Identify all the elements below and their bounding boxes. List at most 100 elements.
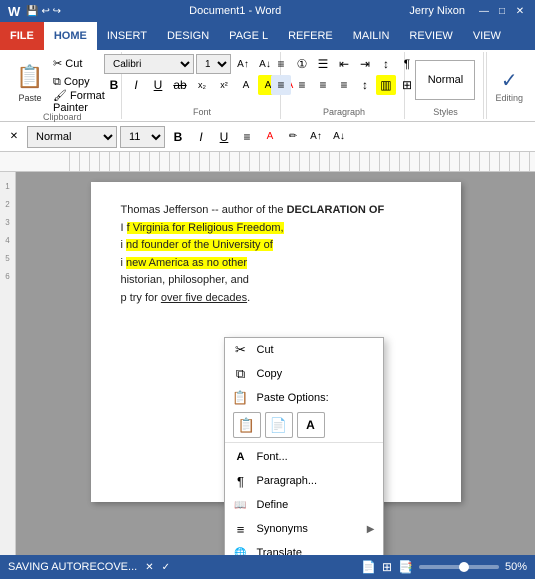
translate-menu-item[interactable]: 🌐 Translate	[225, 541, 383, 555]
saving-status: SAVING AUTORECOVE...	[8, 561, 137, 573]
grow-font-button[interactable]: A↑	[233, 54, 253, 74]
numbered-list-button[interactable]: ①	[292, 54, 312, 74]
text-effects-button[interactable]: A	[236, 75, 256, 95]
ribbon-content: 📋 Paste ✂ Cut ⧉ Copy 🖌 Format Painter Cl…	[0, 50, 535, 122]
font-shrink-btn2[interactable]: A↓	[329, 127, 349, 147]
define-menu-item[interactable]: 📖 Define	[225, 493, 383, 517]
ribbon: FILE HOME INSERT DESIGN PAGE L REFERE MA…	[0, 22, 535, 50]
view-icon-3[interactable]: 📑	[398, 560, 413, 574]
underline-text: over five decades	[161, 292, 247, 304]
status-right: 📄 ⊞ 📑 50%	[361, 560, 527, 574]
editing-group: ✓ Editing	[486, 52, 531, 119]
window-title: Document1 - Word	[189, 5, 281, 17]
bold-btn2[interactable]: B	[168, 127, 188, 147]
zoom-slider[interactable]	[419, 565, 499, 569]
tab-insert[interactable]: INSERT	[97, 22, 157, 50]
sort-button[interactable]: ↕	[376, 54, 396, 74]
text-i: I	[121, 222, 124, 234]
text-line6: try for	[130, 292, 161, 304]
shading-button[interactable]: ▥	[376, 75, 396, 95]
tab-file[interactable]: FILE	[0, 22, 44, 50]
font-grow-btn2[interactable]: A↑	[306, 127, 326, 147]
tab-design[interactable]: DESIGN	[157, 22, 219, 50]
underline-btn2[interactable]: U	[214, 127, 234, 147]
font-size-select[interactable]: 11	[196, 54, 231, 74]
title-bar: W 💾 ↩ ↪ Document1 - Word Jerry Nixon — □…	[0, 0, 535, 22]
paste-icons-row: 📋 📄 A	[225, 410, 383, 440]
view-icon-1[interactable]: 📄	[361, 560, 376, 574]
paste-plain-button[interactable]: A	[297, 412, 325, 438]
justify-button[interactable]: ≡	[334, 75, 354, 95]
highlight-btn2[interactable]: ✏	[283, 127, 303, 147]
paragraph-icon: ¶	[233, 473, 249, 489]
declaration-title: DECLARATION OF	[287, 204, 385, 216]
text-i3: i	[121, 257, 123, 269]
subscript-button[interactable]: x₂	[192, 75, 212, 95]
synonyms-icon: ≡	[233, 521, 249, 537]
tab-review[interactable]: REVIEW	[399, 22, 462, 50]
bullet-list-button[interactable]: ≡	[271, 54, 291, 74]
italic-button[interactable]: I	[126, 75, 146, 95]
cut-menu-item[interactable]: ✂ Cut	[225, 338, 383, 362]
status-x-icon[interactable]: ✕	[145, 562, 153, 573]
format-bar: ✕ Normal 11 B I U ≡ A ✏ A↑ A↓	[0, 122, 535, 152]
paste-options-label: Paste Options:	[257, 392, 329, 404]
zoom-thumb	[459, 562, 469, 572]
font-menu-item[interactable]: A Font...	[225, 445, 383, 469]
cut-label: Cut	[257, 344, 274, 356]
align-center-button[interactable]: ≡	[292, 75, 312, 95]
copy-menu-item[interactable]: ⧉ Copy	[225, 362, 383, 386]
synonyms-label: Synonyms	[257, 523, 308, 535]
styles-items: Normal	[415, 54, 475, 105]
normal-style[interactable]: Normal	[415, 60, 475, 100]
styles-group: Normal Styles	[407, 52, 484, 119]
font-label: Font...	[257, 451, 288, 463]
line-spacing-button[interactable]: ↕	[355, 75, 375, 95]
paste-options-label-row: 📋 Paste Options:	[225, 386, 383, 410]
status-left: SAVING AUTORECOVE... ✕ ✓	[8, 561, 170, 573]
text-p: p	[121, 292, 127, 304]
view-icon-2[interactable]: ⊞	[382, 560, 392, 574]
tab-page-layout[interactable]: PAGE L	[219, 22, 278, 50]
close-button[interactable]: ✕	[513, 4, 527, 18]
minimize-button[interactable]: —	[477, 4, 491, 18]
text-highlight-2: nd founder of the University of	[126, 239, 273, 251]
zoom-level[interactable]: 50%	[505, 561, 527, 573]
increase-indent-button[interactable]: ⇥	[355, 54, 375, 74]
synonyms-menu-item[interactable]: ≡ Synonyms ▶	[225, 517, 383, 541]
style-select[interactable]: Normal	[27, 126, 117, 148]
format-close-button[interactable]: ✕	[4, 127, 24, 147]
multilevel-list-button[interactable]: ☰	[313, 54, 333, 74]
tab-home[interactable]: HOME	[44, 22, 97, 50]
italic-btn2[interactable]: I	[191, 127, 211, 147]
clipboard-items: 📋 Paste ✂ Cut ⧉ Copy 🖌 Format Painter	[12, 54, 113, 110]
align-right-button[interactable]: ≡	[313, 75, 333, 95]
tab-mailings[interactable]: MAILIN	[343, 22, 400, 50]
font-family-select[interactable]: Calibri	[104, 54, 194, 74]
status-check-icon[interactable]: ✓	[162, 562, 170, 573]
decrease-indent-button[interactable]: ⇤	[334, 54, 354, 74]
context-menu: ✂ Cut ⧉ Copy 📋 Paste Options: 📋 📄 A	[224, 337, 384, 555]
strikethrough-button[interactable]: ab	[170, 75, 190, 95]
bold-button[interactable]: B	[104, 75, 124, 95]
underline-button[interactable]: U	[148, 75, 168, 95]
paste-merge-button[interactable]: 📄	[265, 412, 293, 438]
paste-button[interactable]: 📋 Paste	[12, 59, 48, 105]
font-group-label: Font	[193, 107, 211, 117]
font-size-select2[interactable]: 11	[120, 126, 165, 148]
superscript-button[interactable]: x²	[214, 75, 234, 95]
paragraph-menu-item[interactable]: ¶ Paragraph...	[225, 469, 383, 493]
font-icon: A	[233, 449, 249, 465]
tab-view[interactable]: VIEW	[463, 22, 511, 50]
ruler-inner	[60, 152, 535, 171]
maximize-button[interactable]: □	[495, 4, 509, 18]
ruler	[0, 152, 535, 172]
align-left-btn2[interactable]: ≡	[237, 127, 257, 147]
tab-references[interactable]: REFERE	[278, 22, 343, 50]
user-name: Jerry Nixon	[409, 5, 465, 17]
text-color-btn2[interactable]: A	[260, 127, 280, 147]
paste-label: Paste	[18, 93, 41, 103]
text-highlight-1: f Virginia for Religious Freedom,	[127, 222, 284, 234]
align-left-button[interactable]: ≡	[271, 75, 291, 95]
paste-keep-source-button[interactable]: 📋	[233, 412, 261, 438]
